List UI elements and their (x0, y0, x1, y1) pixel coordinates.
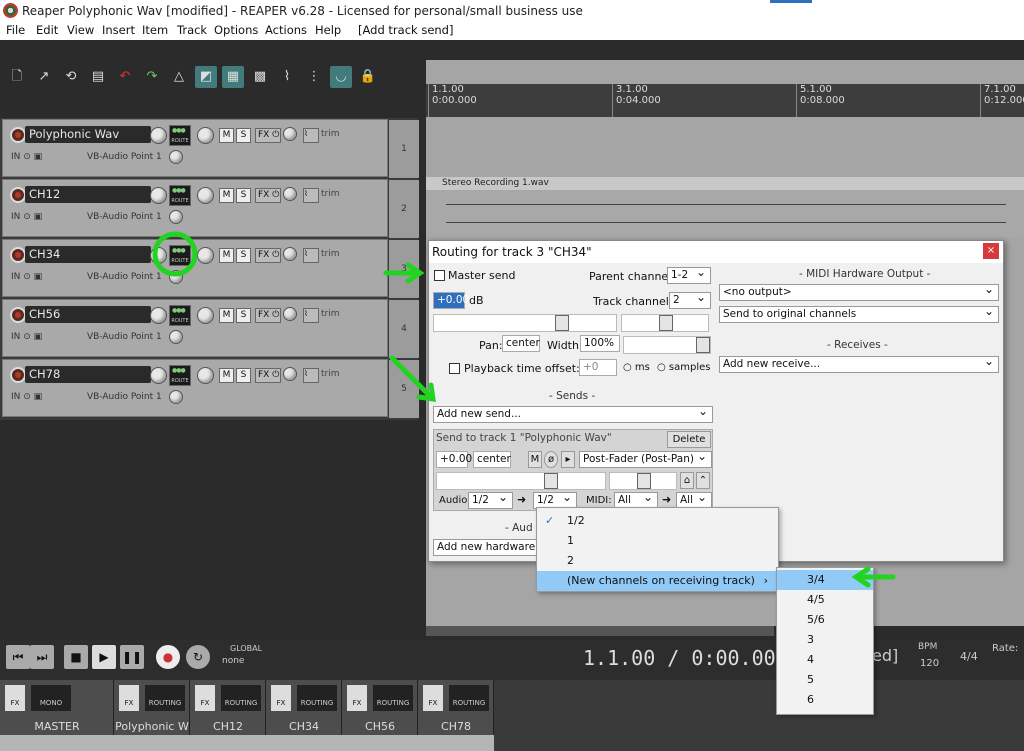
annotation-circle (152, 231, 198, 277)
annotation-arrow (851, 566, 896, 588)
annotation-overlay (152, 231, 896, 588)
annotation-arrow (383, 262, 425, 284)
annotation-arrow (389, 355, 436, 402)
